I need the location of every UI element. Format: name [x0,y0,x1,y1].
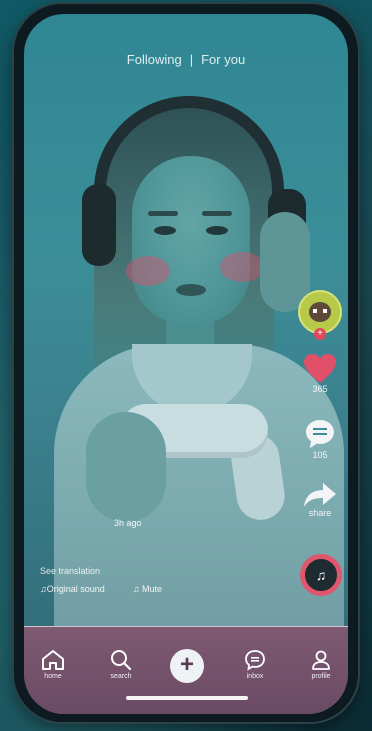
phone-screen: Following | For you + 365 105 share ♫ 3h… [24,14,348,714]
profile-icon [312,650,330,670]
hand-holding-controller [86,412,166,522]
see-translation-link[interactable]: See translation [40,566,100,576]
home-icon [42,650,64,670]
follow-button[interactable]: + [314,328,326,340]
brow-left [148,211,178,216]
share-arrow-icon [304,483,336,507]
create-button[interactable]: + [170,649,204,683]
mouth [176,284,206,296]
like-count: 365 [312,384,328,394]
nav-home-label: home [44,673,62,680]
comment-button[interactable]: 105 [294,418,346,460]
cheek-glow-left [126,256,170,286]
inbox-icon [245,650,265,671]
tab-following[interactable]: Following [127,52,182,67]
tab-separator: | [189,52,194,67]
nav-search-label: search [110,673,132,680]
home-indicator[interactable] [126,696,248,700]
tab-for-you[interactable]: For you [201,52,245,67]
nav-profile-label: profile [311,673,331,680]
headphone-earcup-left [82,184,116,266]
like-button[interactable]: 365 [294,354,346,394]
nav-profile[interactable]: profile [296,649,346,680]
music-disc-icon[interactable]: ♫ [300,554,342,596]
brow-right [202,211,232,216]
face [126,156,264,324]
cheek-glow-right [220,252,264,282]
eye-right [206,226,228,235]
feed-tabs: Following | For you [24,52,348,67]
sound-row: ♫Original sound ♫ Mute [40,584,162,594]
nav-search[interactable]: search [96,649,146,680]
eye-left [154,226,176,235]
share-label: share [308,508,332,518]
avatar-eyes [313,309,327,313]
search-icon [111,650,132,671]
original-sound-link[interactable]: ♫Original sound [40,584,105,594]
nav-inbox-label: inbox [246,673,264,680]
nav-inbox[interactable]: inbox [230,649,280,680]
mute-button[interactable]: ♫ Mute [133,584,162,594]
bottom-nav: home search + inbox profile [24,626,348,714]
nav-home[interactable]: home [28,649,78,680]
comment-count: 105 [312,450,328,460]
comment-icon [306,420,334,448]
share-button[interactable]: share [294,482,346,518]
heart-icon [304,354,336,383]
post-time: 3h ago [114,518,142,528]
